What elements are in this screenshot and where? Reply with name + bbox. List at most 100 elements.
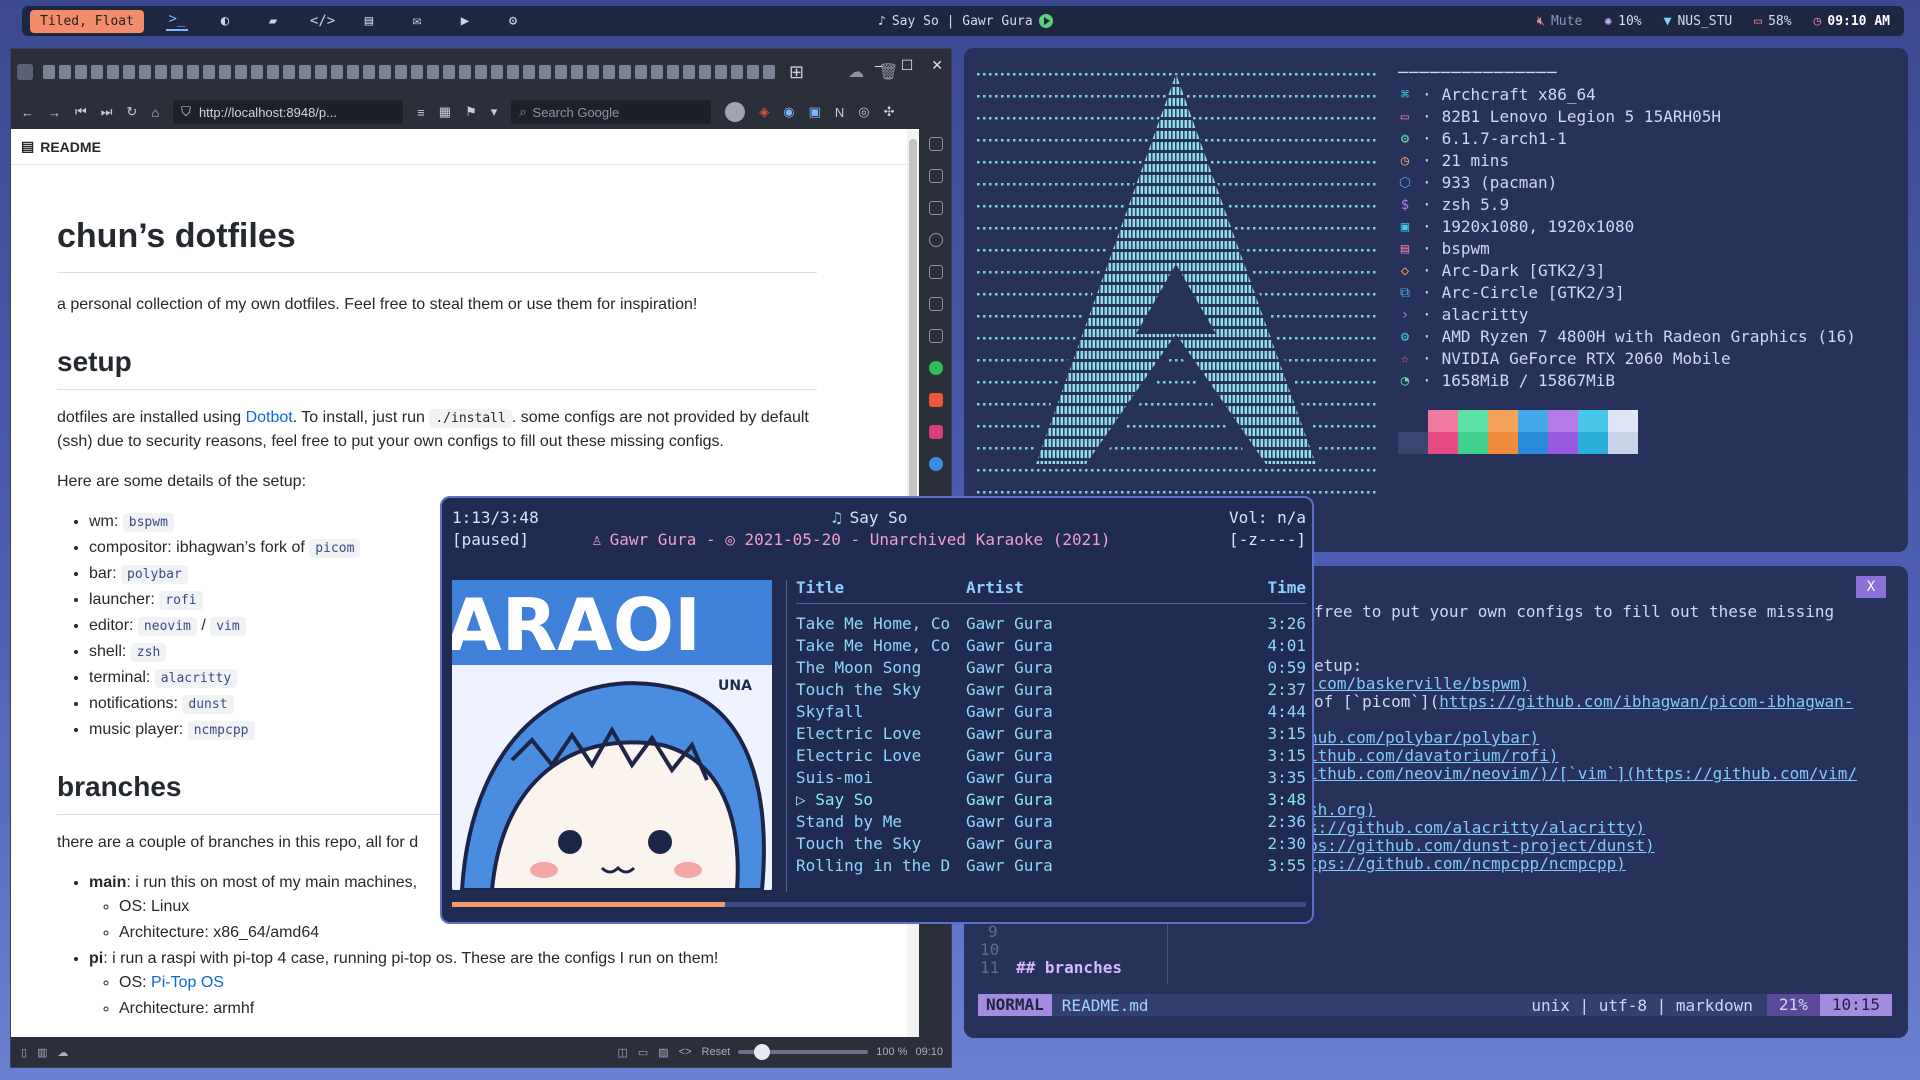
vim-link[interactable]: sh.org) (1308, 800, 1375, 819)
tab[interactable] (395, 65, 407, 79)
playlist-row[interactable]: Rolling in the D Gawr Gura 3:55 (796, 856, 1306, 878)
workspace-code-icon[interactable]: </> (310, 13, 335, 29)
extension-icon[interactable]: ◎ (858, 104, 869, 120)
code-icon[interactable]: <> (679, 1046, 692, 1058)
tab[interactable] (651, 65, 663, 79)
vim-link[interactable]: ithub.com/davatorium/rofi) (1308, 746, 1558, 765)
tiling-icon[interactable]: ▥ (37, 1046, 47, 1059)
tab[interactable] (763, 65, 775, 79)
tab[interactable] (699, 65, 711, 79)
tab[interactable] (75, 65, 87, 79)
skip-back-icon[interactable]: ⏮ (75, 104, 87, 120)
grid-icon[interactable]: ▦ (439, 104, 451, 120)
image-icon[interactable]: ▨ (658, 1046, 668, 1059)
playlist-row[interactable]: The Moon Song Gawr Gura 0:59 (796, 658, 1306, 680)
tab[interactable] (379, 65, 391, 79)
capture-icon[interactable]: ◫ (617, 1046, 627, 1059)
tab[interactable] (747, 65, 759, 79)
playlist-row[interactable]: Take Me Home, Co Gawr Gura 4:01 (796, 636, 1306, 658)
tab[interactable] (523, 65, 535, 79)
wifi-module[interactable]: ▼ NUS_STU (1664, 14, 1733, 29)
tab[interactable] (731, 65, 743, 79)
ncmpcpp-player[interactable]: 1:13/3:48 [paused] ♫ Say So ♙ Gawr Gura - … (440, 496, 1314, 924)
playlist-row[interactable]: Touch the Sky Gawr Gura 2:37 (796, 680, 1306, 702)
tab[interactable] (187, 65, 199, 79)
tab[interactable] (411, 65, 423, 79)
tab[interactable] (235, 65, 247, 79)
tab[interactable] (155, 65, 167, 79)
reader-icon[interactable]: ≡ (417, 105, 425, 120)
tab[interactable] (363, 65, 375, 79)
forward-icon[interactable]: → (48, 105, 61, 120)
history-icon[interactable] (929, 233, 943, 247)
battery-module[interactable]: ▭ 58% (1754, 14, 1791, 29)
clock-module[interactable]: ◷ 09:10 AM (1814, 14, 1890, 29)
cloud-sync-icon[interactable]: ☁ (57, 1046, 68, 1059)
playlist-row[interactable]: Suis-moi Gawr Gura 3:35 (796, 768, 1306, 790)
ublock-icon[interactable]: ◈ (759, 104, 769, 120)
reload-icon[interactable]: ↻ (126, 104, 137, 120)
bookmark-icon[interactable]: ⚑ (465, 104, 477, 120)
vim-link[interactable]: hub.com/polybar/polybar) (1308, 728, 1539, 747)
close-button[interactable]: X (1856, 576, 1886, 598)
zoom-reset-button[interactable]: Reset (702, 1046, 731, 1058)
puzzle-icon[interactable]: ✣ (884, 104, 895, 120)
tab[interactable] (59, 65, 71, 79)
workspace-files-icon[interactable]: ▰ (262, 13, 284, 29)
tab[interactable] (635, 65, 647, 79)
tab[interactable] (587, 65, 599, 79)
workspace-chat-icon[interactable]: ✉ (406, 13, 428, 29)
playlist-row[interactable]: Take Me Home, Co Gawr Gura 3:26 (796, 614, 1306, 636)
zoom-slider[interactable] (738, 1044, 869, 1060)
vim-link[interactable]: https://github.com/ibhagwan/picom-ibhagw… (1439, 692, 1853, 711)
tab[interactable] (331, 65, 343, 79)
bookmarks-icon[interactable] (929, 137, 943, 151)
tab[interactable] (475, 65, 487, 79)
pitop-link[interactable]: Pi-Top OS (151, 974, 224, 991)
maximize-icon[interactable]: ☐ (901, 57, 914, 74)
tab[interactable] (539, 65, 551, 79)
close-icon[interactable]: ✕ (931, 57, 943, 74)
tab[interactable] (667, 65, 679, 79)
workspace-notes-icon[interactable]: ▤ (358, 13, 380, 29)
notion-icon[interactable]: N (835, 105, 844, 120)
playlist-row[interactable]: Stand by Me Gawr Gura 2:36 (796, 812, 1306, 834)
volume-module[interactable]: 🔇︎ Mute (1537, 14, 1583, 29)
tab[interactable] (315, 65, 327, 79)
dropdown-icon[interactable]: ▾ (491, 104, 498, 120)
vim-link[interactable]: s://github.com/alacritty/alacritty) (1308, 818, 1645, 837)
tab[interactable] (555, 65, 567, 79)
tab[interactable] (267, 65, 279, 79)
tab[interactable] (203, 65, 215, 79)
window-icon[interactable] (929, 297, 943, 311)
whatsapp-icon[interactable] (929, 361, 943, 375)
minimize-icon[interactable]: – (875, 57, 883, 74)
zoom-slider-knob[interactable] (754, 1044, 771, 1060)
tab[interactable] (715, 65, 727, 79)
workspace-firefox-icon[interactable]: ◐ (214, 13, 236, 29)
layout-badge[interactable]: Tiled, Float (30, 9, 144, 33)
neofetch-terminal[interactable]: ─────────────── ⌘ · Archcraft x86_64 ▭ · 82B… (964, 48, 1908, 552)
brightness-module[interactable]: ✺ 10% (1604, 14, 1641, 29)
workspace-media-icon[interactable]: ▶ (454, 13, 476, 29)
column-time[interactable]: Time (1216, 578, 1306, 603)
tab[interactable] (139, 65, 151, 79)
extension-icon[interactable]: ◉ (783, 104, 794, 120)
column-title[interactable]: Title (796, 578, 966, 603)
tab[interactable] (91, 65, 103, 79)
tab[interactable] (283, 65, 295, 79)
playlist-row[interactable]: ▷ Say So Gawr Gura 3:48 (796, 790, 1306, 812)
panel-toggle-icon[interactable]: ▯ (21, 1046, 27, 1059)
tab[interactable] (107, 65, 119, 79)
tab[interactable] (123, 65, 135, 79)
cloud-icon[interactable]: ☁ (848, 62, 864, 82)
tab[interactable] (619, 65, 631, 79)
tab[interactable] (43, 65, 55, 79)
tab[interactable] (347, 65, 359, 79)
column-artist[interactable]: Artist (966, 578, 1216, 603)
tab[interactable] (507, 65, 519, 79)
downloads-icon[interactable] (929, 201, 943, 215)
home-icon[interactable]: ⌂ (151, 105, 159, 120)
vim-link[interactable]: ps://github.com/dunst-project/dunst) (1308, 836, 1655, 855)
notes-icon[interactable] (929, 265, 943, 279)
